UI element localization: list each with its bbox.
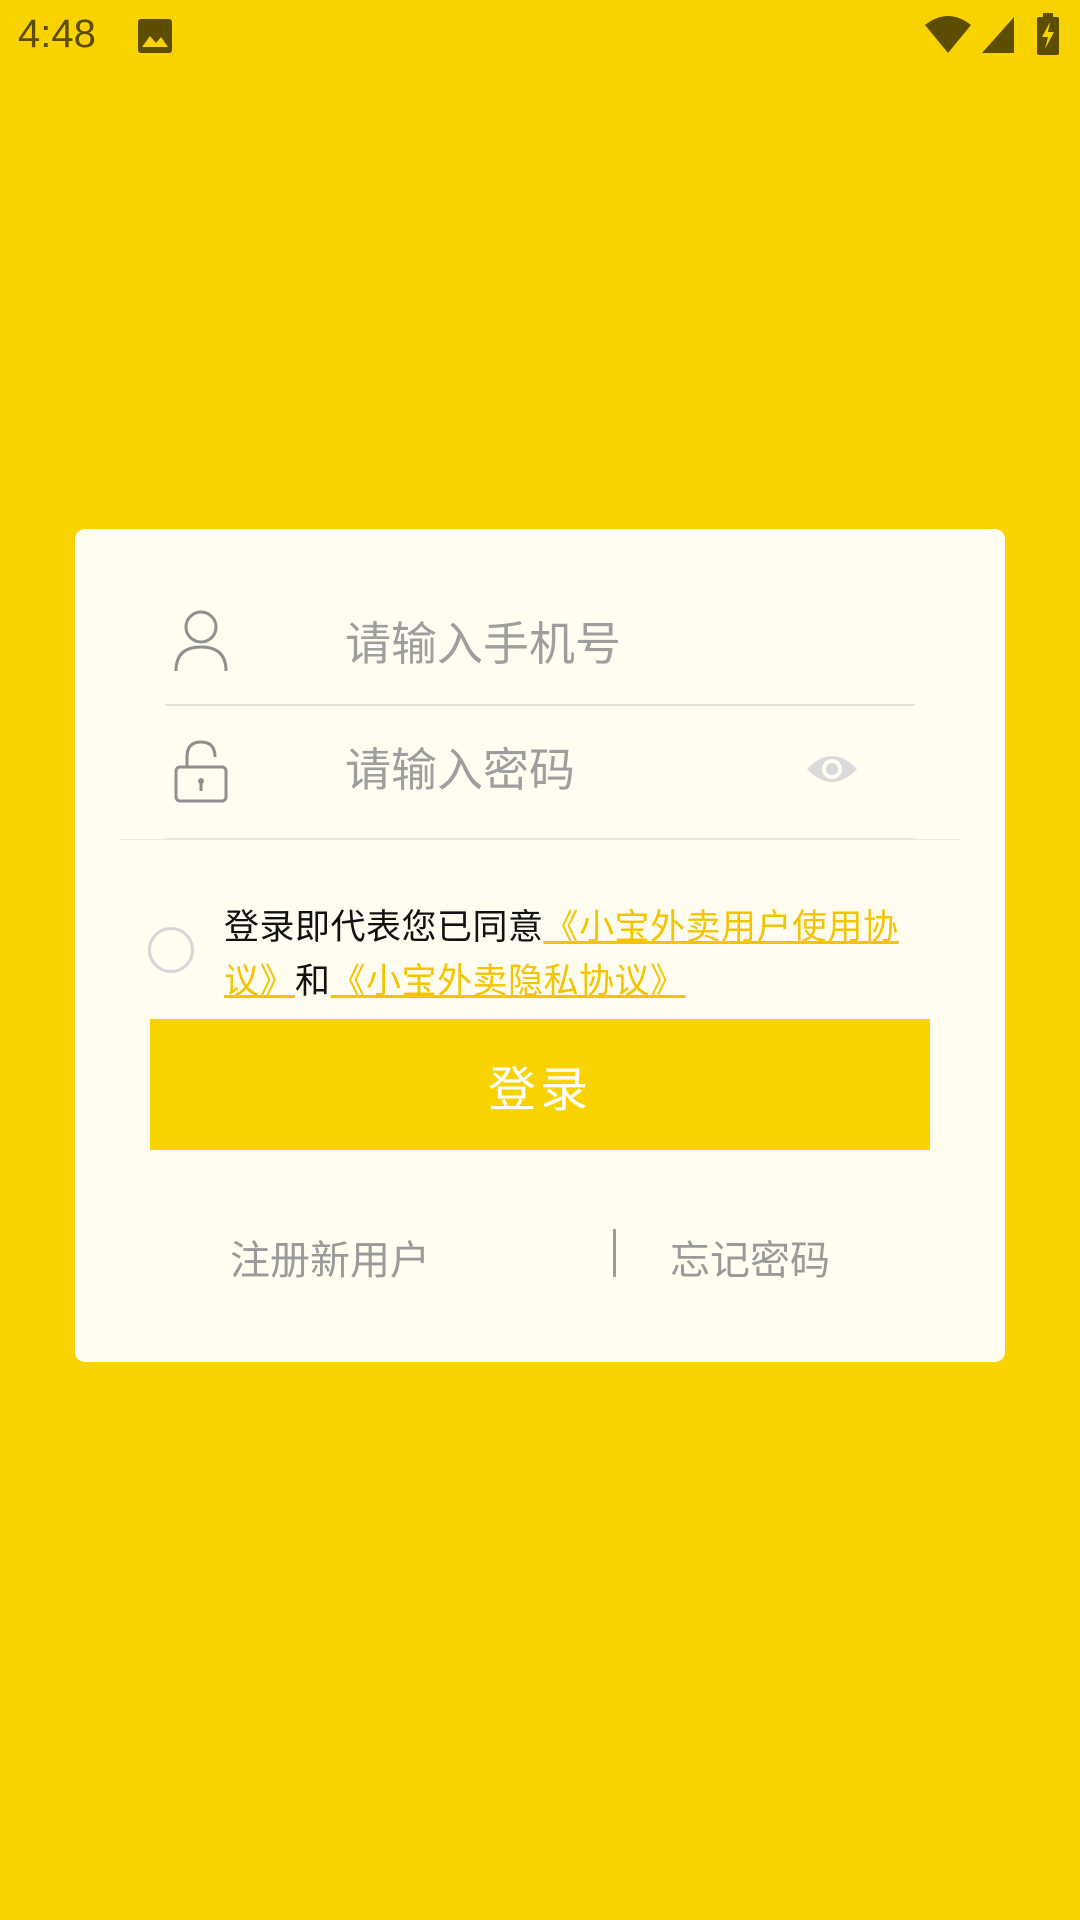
lock-icon (173, 739, 229, 803)
wifi-icon (924, 15, 972, 55)
agreement-row: 登录即代表您已同意《小宝外卖用户使用协议》和《小宝外卖隐私协议》 (120, 869, 960, 1002)
password-input[interactable] (345, 735, 745, 805)
show-password-eye-icon[interactable] (805, 749, 859, 789)
cell-signal-icon (980, 15, 1016, 55)
privacy-agreement-link[interactable]: 《小宝外卖隐私协议》 (331, 962, 686, 1002)
login-card: 登录即代表您已同意《小宝外卖用户使用协议》和《小宝外卖隐私协议》 登录 注册新用… (75, 529, 1005, 1362)
forgot-password-link[interactable]: 忘记密码 (540, 1199, 960, 1314)
phone-field-row (165, 529, 915, 705)
register-link[interactable]: 注册新用户 (120, 1199, 540, 1314)
image-icon (137, 18, 173, 54)
login-button[interactable]: 登录 (150, 1019, 930, 1150)
agreement-text: 登录即代表您已同意《小宝外卖用户使用协议》和《小宝外卖隐私协议》 (224, 901, 924, 1009)
phone-input[interactable] (345, 609, 865, 679)
bottom-links: 注册新用户 忘记密码 (120, 1199, 960, 1314)
status-bar: 4:48 (0, 0, 1080, 72)
password-field-row (165, 705, 915, 838)
divider (120, 839, 960, 840)
agreement-checkbox[interactable] (148, 927, 194, 973)
status-time: 4:48 (18, 12, 96, 56)
user-icon (173, 609, 229, 673)
agreement-conjunction: 和 (295, 962, 331, 1002)
agreement-prefix: 登录即代表您已同意 (224, 908, 544, 948)
battery-charging-icon (1036, 13, 1060, 55)
